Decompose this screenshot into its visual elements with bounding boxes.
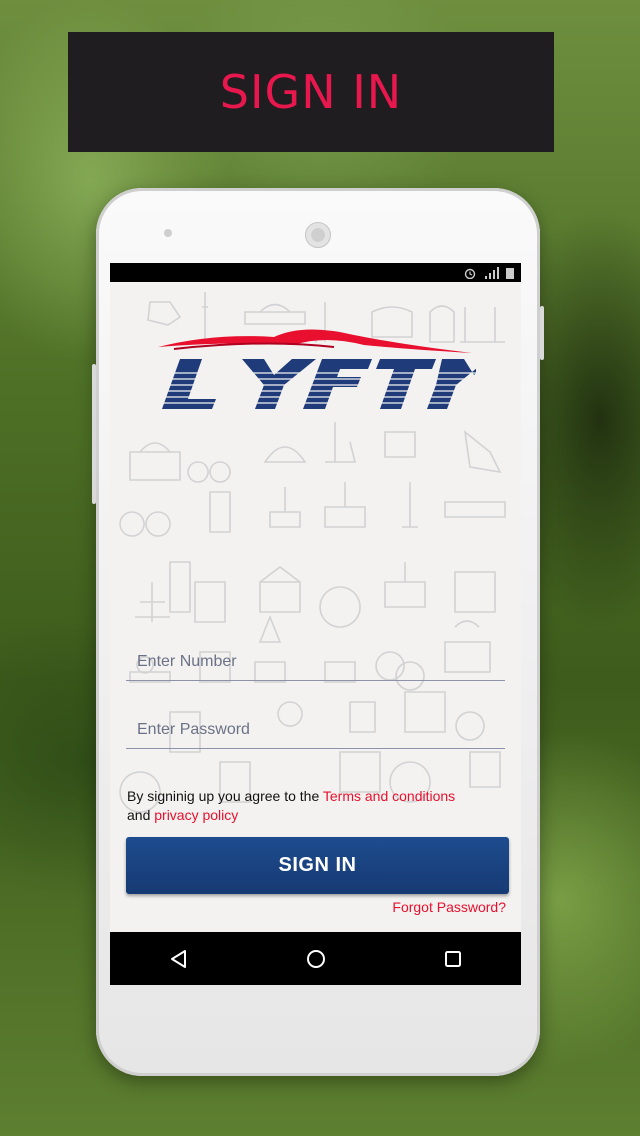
sign-in-button[interactable]: SIGN IN [126, 837, 509, 894]
power-button [540, 306, 544, 360]
battery-icon [506, 267, 514, 279]
home-button[interactable] [296, 939, 336, 979]
header-banner: SIGN IN [68, 32, 554, 152]
home-icon [306, 949, 325, 968]
number-field[interactable] [126, 643, 505, 681]
lyfty-logo [154, 329, 476, 409]
banner-title: SIGN IN [219, 65, 403, 119]
terms-link[interactable]: Terms and conditions [323, 788, 455, 804]
status-bar [110, 263, 521, 282]
speaker-icon [305, 222, 331, 248]
password-field[interactable] [126, 711, 505, 749]
front-camera-icon [164, 229, 172, 237]
terms-prefix: By signinig up you agree to the [127, 788, 323, 804]
forgot-password-link[interactable]: Forgot Password? [392, 899, 506, 915]
phone-frame: By signinig up you agree to the Terms an… [92, 188, 544, 1076]
app-screen: By signinig up you agree to the Terms an… [110, 263, 521, 985]
back-icon [170, 949, 186, 968]
terms-text: By signinig up you agree to the Terms an… [127, 787, 507, 825]
android-nav-bar [110, 932, 521, 985]
back-button[interactable] [159, 939, 199, 979]
recents-icon [444, 950, 461, 967]
alarm-icon [464, 268, 476, 279]
recents-button[interactable] [433, 939, 473, 979]
terms-and: and [127, 807, 155, 823]
volume-button [92, 364, 96, 504]
privacy-policy-link[interactable]: privacy policy [154, 807, 238, 823]
signal-icon [485, 266, 499, 279]
